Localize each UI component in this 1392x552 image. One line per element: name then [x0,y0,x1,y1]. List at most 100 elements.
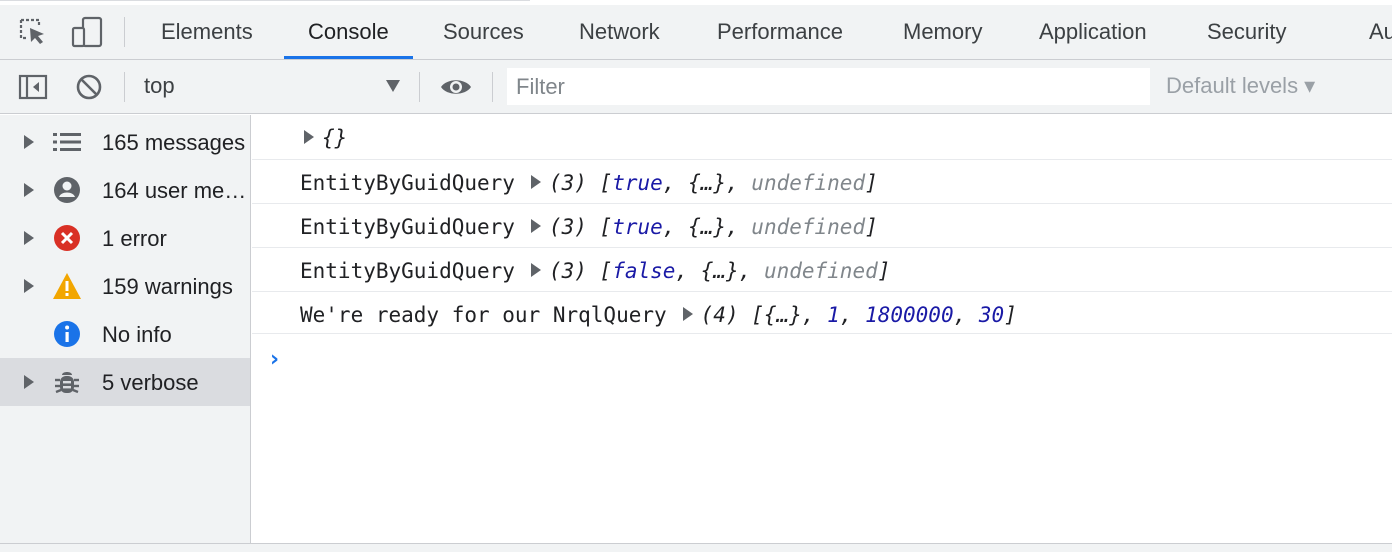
filter-input[interactable] [507,68,1150,105]
array-value: {…} [688,215,726,239]
sidebar-item-errors[interactable]: 1 error [0,214,250,262]
console-message-row[interactable]: EntityByGuidQuery (3) [false, {…}, undefi… [252,248,1392,292]
array-length: (3) [548,171,587,195]
tab-console[interactable]: Console [284,5,413,59]
context-dropdown-arrow-icon[interactable] [386,80,400,92]
console-toolbar: top Default levels ▾ [0,60,1392,114]
window-bottom-edge [0,543,1392,552]
message-prefix: EntityByGuidQuery [300,215,515,239]
sidebar-item-messages[interactable]: 165 messages [0,118,250,166]
tab-application[interactable]: Application [1015,5,1171,59]
sidebar-item-label: 1 error [102,226,167,251]
context-selector[interactable]: top [144,60,175,114]
console-message: We're ready for our NrqlQuery (4) [{…}, 1… [300,292,1017,336]
array-separator: , [801,303,828,327]
array-bracket: [ [599,259,613,283]
array-separator: , [662,215,689,239]
array-value: {…} [763,303,802,327]
sidebar-item-label: 165 messages [102,130,246,155]
array-bracket: ] [865,215,878,239]
array-value: {…} [688,171,726,195]
sidebar-item-label: 159 warnings [102,274,233,299]
user-icon [52,176,82,204]
window-top-edge [0,0,530,1]
clear-console-icon[interactable] [72,70,106,104]
array-separator: , [662,171,689,195]
expand-triangle-icon[interactable] [24,135,34,149]
device-toolbar-icon[interactable] [70,15,104,49]
error-icon [52,224,82,252]
tab-memory[interactable]: Memory [879,5,1006,59]
console-message-row[interactable]: EntityByGuidQuery (3) [true, {…}, undefin… [252,160,1392,204]
show-sidebar-icon[interactable] [16,70,50,104]
array-value: true [612,171,663,195]
array-separator: , [953,303,979,327]
array-value: 30 [978,303,1005,327]
object-preview: {} [322,126,348,150]
tab-elements[interactable]: Elements [137,5,277,59]
console-message: EntityByGuidQuery (3) [true, {…}, undefin… [300,160,878,204]
log-levels-dropdown[interactable]: Default levels ▾ [1166,60,1315,114]
array-separator: , [738,259,764,283]
tab-sources[interactable]: Sources [419,5,548,59]
info-icon [52,320,82,348]
devtools-tab-bar: Elements Console Sources Network Perform… [0,0,1392,60]
array-bracket: ] [865,171,878,195]
array-value: false [612,259,676,283]
console-message: {} [292,115,347,159]
toolbar-divider [124,72,125,102]
expand-triangle-icon[interactable] [304,130,314,144]
inspect-element-icon[interactable] [16,15,50,49]
expand-triangle-icon[interactable] [24,279,34,293]
sidebar-item-label: 5 verbose [102,370,199,395]
toolbar-divider [419,72,420,102]
array-length: (3) [548,215,587,239]
expand-triangle-icon[interactable] [682,307,693,321]
expand-triangle-icon[interactable] [24,231,34,245]
array-value: true [612,215,663,239]
array-bracket: [ [751,303,764,327]
toolbar-divider [124,17,125,47]
sidebar-item-info[interactable]: No info [0,310,250,358]
sidebar-item-label: 164 user messages [102,178,247,203]
tab-audits[interactable]: Audit [1345,5,1392,59]
console-message-row[interactable]: {} [252,115,1392,160]
console-prompt-icon[interactable]: › [270,347,279,372]
sidebar-item-warnings[interactable]: 159 warnings [0,262,250,310]
expand-triangle-icon[interactable] [530,219,541,233]
expand-triangle-icon[interactable] [24,375,34,389]
array-separator: , [726,171,752,195]
array-value: undefined [751,215,866,239]
array-value: 1 [827,303,840,327]
tab-security[interactable]: Security [1183,5,1310,59]
array-separator: , [726,215,752,239]
expand-triangle-icon[interactable] [24,183,34,197]
expand-triangle-icon[interactable] [530,175,541,189]
console-message: EntityByGuidQuery (3) [false, {…}, undefi… [300,248,890,292]
toolbar-divider [492,72,493,102]
array-bracket: ] [877,259,891,283]
console-message-row[interactable]: EntityByGuidQuery (3) [true, {…}, undefin… [252,204,1392,248]
console-messages: {} EntityByGuidQuery (3) [true, {…}, unde… [252,115,1392,543]
array-bracket: ] [1004,303,1017,327]
array-bracket: [ [599,171,613,195]
bug-icon [52,368,82,396]
array-length: (3) [548,259,587,283]
warning-icon [52,272,82,300]
console-sidebar: 165 messages 164 user messages 1 error [0,115,251,543]
tab-performance[interactable]: Performance [693,5,867,59]
sidebar-item-verbose[interactable]: 5 verbose [0,358,250,406]
sidebar-item-user-messages[interactable]: 164 user messages [0,166,250,214]
tab-network[interactable]: Network [555,5,684,59]
array-value: 1800000 [865,303,954,327]
console-message-row[interactable]: We're ready for our NrqlQuery (4) [{…}, 1… [252,292,1392,334]
live-expression-eye-icon[interactable] [438,70,474,104]
message-prefix: We're ready for our NrqlQuery [300,303,667,327]
array-separator: , [839,303,866,327]
array-separator: , [675,259,701,283]
console-message: EntityByGuidQuery (3) [true, {…}, undefin… [300,204,878,248]
array-value: {…} [700,259,739,283]
expand-triangle-icon[interactable] [530,263,541,277]
array-length: (4) [700,303,739,327]
array-value: undefined [763,259,878,283]
